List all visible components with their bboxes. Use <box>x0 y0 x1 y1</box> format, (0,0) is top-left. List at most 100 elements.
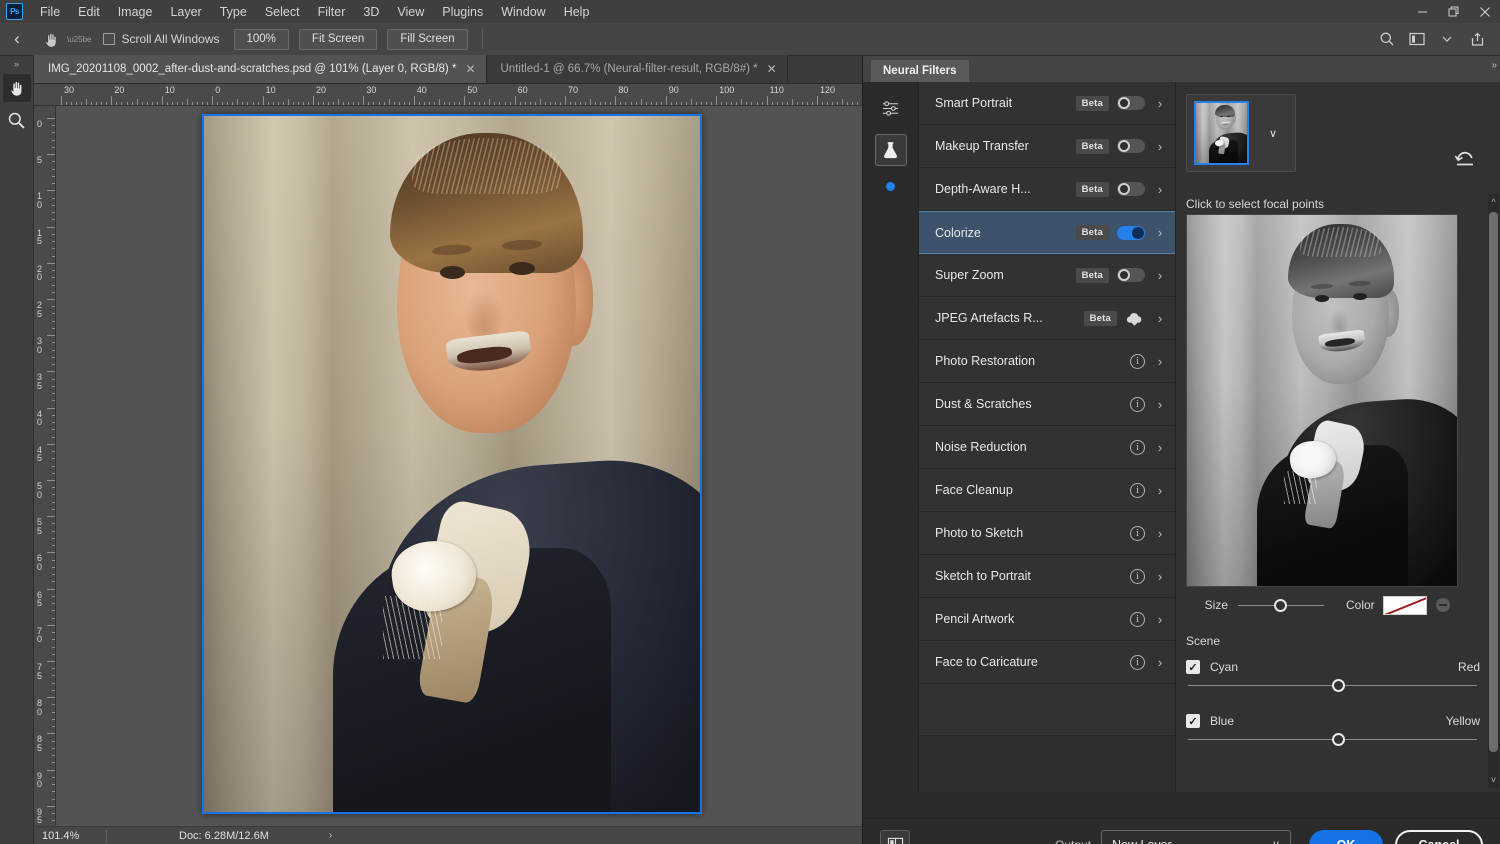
tool-preset-chevron-icon[interactable]: \u25be <box>67 35 91 44</box>
chevron-right-icon[interactable]: › <box>1153 483 1167 498</box>
chevron-down-icon[interactable] <box>1434 26 1460 52</box>
filter-row-smart-portrait[interactable]: Smart PortraitBeta› <box>919 82 1175 125</box>
preview-pane-scrollbar[interactable]: ^ ˅ <box>1488 194 1499 788</box>
blue-yellow-slider[interactable] <box>1188 739 1477 740</box>
chevron-right-icon[interactable]: › <box>1153 268 1167 283</box>
large-preview-image[interactable] <box>1186 214 1458 587</box>
filter-row-pencil-artwork[interactable]: Pencil Artworki› <box>919 598 1175 641</box>
zoom-100-button[interactable]: 100% <box>234 29 289 50</box>
close-icon[interactable]: ✕ <box>767 62 777 76</box>
menu-file[interactable]: File <box>31 2 69 22</box>
document-canvas[interactable] <box>202 114 702 814</box>
minimize-icon[interactable] <box>1407 0 1438 23</box>
no-color-icon[interactable] <box>1436 598 1450 612</box>
menu-plugins[interactable]: Plugins <box>433 2 492 22</box>
chevron-right-icon[interactable]: › <box>1153 569 1167 584</box>
back-arrow-icon[interactable]: ‹ <box>0 23 34 56</box>
scroll-up-icon[interactable]: ^ <box>1488 195 1499 209</box>
menu-image[interactable]: Image <box>109 2 162 22</box>
size-slider[interactable] <box>1238 605 1324 606</box>
vertical-ruler[interactable]: 0510152025303540455055606570758085909510… <box>34 106 56 844</box>
zoom-tool-icon[interactable] <box>3 106 31 134</box>
menu-type[interactable]: Type <box>211 2 256 22</box>
info-icon[interactable]: i <box>1130 526 1145 541</box>
cyan-red-slider-knob[interactable] <box>1332 679 1345 692</box>
fit-screen-button[interactable]: Fit Screen <box>299 29 377 50</box>
status-menu-chevron-icon[interactable]: › <box>269 830 332 841</box>
filter-row-dust-scratches[interactable]: Dust & Scratchesi› <box>919 383 1175 426</box>
fill-screen-button[interactable]: Fill Screen <box>387 29 467 50</box>
tab-neural-filters[interactable]: Neural Filters <box>871 60 969 82</box>
chevron-right-icon[interactable]: › <box>1153 655 1167 670</box>
color-swatch[interactable] <box>1383 596 1427 615</box>
size-slider-knob[interactable] <box>1274 599 1287 612</box>
info-icon[interactable]: i <box>1130 440 1145 455</box>
chevron-right-icon[interactable]: › <box>1153 182 1167 197</box>
wait-list-dot-icon[interactable] <box>886 182 895 191</box>
preview-thumbnail-selector[interactable]: ∨ <box>1186 94 1296 172</box>
hand-tool-icon[interactable] <box>36 26 66 52</box>
workspace-icon[interactable] <box>1404 26 1430 52</box>
restore-icon[interactable] <box>1438 0 1469 23</box>
menu-filter[interactable]: Filter <box>309 2 355 22</box>
scroll-down-icon[interactable]: ˅ <box>1488 773 1499 787</box>
chevron-right-icon[interactable]: › <box>1153 225 1167 240</box>
chevron-down-icon[interactable]: ∨ <box>1269 127 1277 140</box>
filter-row-photo-to-sketch[interactable]: Photo to Sketchi› <box>919 512 1175 555</box>
close-icon[interactable] <box>1469 0 1500 23</box>
output-dropdown[interactable]: New Layer ∨ <box>1101 830 1291 844</box>
info-icon[interactable]: i <box>1130 655 1145 670</box>
close-icon[interactable]: ✕ <box>465 62 475 76</box>
ok-button[interactable]: OK <box>1309 830 1383 844</box>
scrollbar-thumb[interactable] <box>1489 212 1498 752</box>
chevron-right-icon[interactable]: › <box>1153 440 1167 455</box>
canvas-area[interactable] <box>56 106 862 823</box>
menu-edit[interactable]: Edit <box>69 2 109 22</box>
share-icon[interactable] <box>1464 26 1490 52</box>
filter-row-sketch-to-portrait[interactable]: Sketch to Portraiti› <box>919 555 1175 598</box>
info-icon[interactable]: i <box>1130 354 1145 369</box>
beta-filters-flask-icon[interactable] <box>875 134 907 166</box>
filter-list[interactable]: Smart PortraitBeta›Makeup TransferBeta›D… <box>919 82 1176 792</box>
cancel-button[interactable]: Cancel <box>1395 830 1483 844</box>
compare-split-icon[interactable] <box>880 830 910 844</box>
info-icon[interactable]: i <box>1130 569 1145 584</box>
document-tab-inactive[interactable]: Untitled-1 @ 66.7% (Neural-filter-result… <box>487 55 788 83</box>
horizontal-ruler[interactable]: 3020100102030405060708090100110120 <box>34 84 862 106</box>
info-icon[interactable]: i <box>1130 483 1145 498</box>
filter-row-depth-aware-h[interactable]: Depth-Aware H...Beta› <box>919 168 1175 211</box>
expand-toolbar-icon[interactable]: » <box>0 56 33 70</box>
filter-toggle-switch[interactable] <box>1117 182 1145 196</box>
filter-row-jpeg-artefacts-r[interactable]: JPEG Artefacts R...Beta› <box>919 297 1175 340</box>
collapse-panel-icon[interactable]: » <box>1491 60 1497 71</box>
info-icon[interactable]: i <box>1130 612 1145 627</box>
chevron-right-icon[interactable]: › <box>1153 612 1167 627</box>
document-tab-active[interactable]: IMG_20201108_0002_after-dust-and-scratch… <box>34 55 487 83</box>
chevron-right-icon[interactable]: › <box>1153 139 1167 154</box>
filter-row-face-to-caricature[interactable]: Face to Caricaturei› <box>919 641 1175 684</box>
filter-row-face-cleanup[interactable]: Face Cleanupi› <box>919 469 1175 512</box>
info-icon[interactable]: i <box>1130 397 1145 412</box>
filter-row-super-zoom[interactable]: Super ZoomBeta› <box>919 254 1175 297</box>
menu-select[interactable]: Select <box>256 2 309 22</box>
filter-toggle-switch[interactable] <box>1117 268 1145 282</box>
menu-3d[interactable]: 3D <box>354 2 388 22</box>
chevron-right-icon[interactable]: › <box>1153 311 1167 326</box>
filter-toggle-switch[interactable] <box>1117 96 1145 110</box>
filter-row-colorize[interactable]: ColorizeBeta› <box>919 211 1175 254</box>
preview-thumbnail[interactable] <box>1194 101 1249 165</box>
filter-row-noise-reduction[interactable]: Noise Reductioni› <box>919 426 1175 469</box>
menu-layer[interactable]: Layer <box>161 2 210 22</box>
chevron-right-icon[interactable]: › <box>1153 96 1167 111</box>
menu-window[interactable]: Window <box>492 2 554 22</box>
chevron-right-icon[interactable]: › <box>1153 397 1167 412</box>
filter-row-makeup-transfer[interactable]: Makeup TransferBeta› <box>919 125 1175 168</box>
filter-toggle-switch[interactable] <box>1117 139 1145 153</box>
search-icon[interactable] <box>1374 26 1400 52</box>
menu-help[interactable]: Help <box>555 2 599 22</box>
blue-yellow-slider-knob[interactable] <box>1332 733 1345 746</box>
blue-yellow-checkbox[interactable]: ✓ <box>1186 714 1200 728</box>
menu-view[interactable]: View <box>388 2 433 22</box>
revert-icon[interactable] <box>1454 150 1476 173</box>
cyan-red-slider[interactable] <box>1188 685 1477 686</box>
